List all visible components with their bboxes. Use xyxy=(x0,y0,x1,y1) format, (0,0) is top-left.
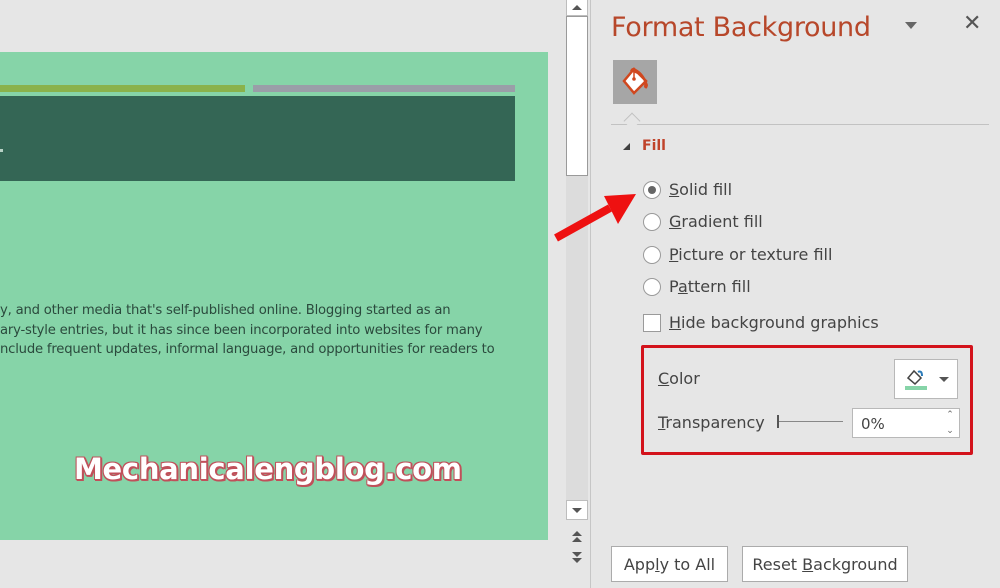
label-text: ackground xyxy=(813,554,898,574)
color-picker-button[interactable] xyxy=(894,359,958,399)
scrollbar-thumb[interactable] xyxy=(566,16,588,176)
color-label: Color xyxy=(658,369,700,388)
hide-background-graphics-checkbox[interactable] xyxy=(643,313,661,332)
double-chevron-down-icon xyxy=(572,557,582,563)
access-key: G xyxy=(669,212,682,231)
apply-to-all-button[interactable]: App l y to All xyxy=(611,546,728,582)
access-key: P xyxy=(669,245,679,264)
scroll-up-button[interactable] xyxy=(566,0,588,16)
previous-slide-button[interactable] xyxy=(566,528,588,544)
access-key: H xyxy=(669,313,682,332)
solid-fill-label: Solid fill xyxy=(669,180,732,199)
picture-texture-fill-radio[interactable] xyxy=(643,245,661,264)
transparency-spinner[interactable]: ⌃ ⌄ xyxy=(943,410,957,436)
paint-bucket-icon xyxy=(905,369,927,390)
double-chevron-down-icon xyxy=(572,551,582,557)
access-key: a xyxy=(677,277,688,296)
next-slide-button[interactable] xyxy=(566,549,588,565)
fill-section-header[interactable]: Fill xyxy=(623,138,666,154)
access-key: B xyxy=(802,554,814,574)
scroll-down-arrow-icon xyxy=(572,507,582,513)
tab-divider xyxy=(611,124,989,125)
gradient-fill-label: Gradient fill xyxy=(669,212,763,231)
hide-background-graphics-option[interactable]: Hide background graphics xyxy=(643,313,879,332)
access-key: C xyxy=(658,369,670,388)
label-text: olid fill xyxy=(679,180,733,199)
scroll-down-button[interactable] xyxy=(566,500,588,520)
label-text: ransparency xyxy=(665,413,765,432)
label-text: ide background graphics xyxy=(681,313,879,332)
body-line: ary-style entries, but it has since been… xyxy=(0,322,483,338)
label-text: radient fill xyxy=(681,212,763,231)
fill-section-label: Fill xyxy=(642,138,666,154)
gradient-fill-radio[interactable] xyxy=(643,212,661,231)
body-line: nclude frequent updates, informal langua… xyxy=(0,342,495,357)
scroll-up-arrow-icon xyxy=(572,5,582,10)
transparency-slider-track[interactable] xyxy=(777,421,843,422)
label-text: y to All xyxy=(659,554,716,574)
fill-tab[interactable] xyxy=(613,60,657,104)
spin-down-icon[interactable]: ⌄ xyxy=(946,426,954,436)
color-dropdown-chevron-icon xyxy=(939,376,949,382)
spin-up-icon[interactable]: ⌃ xyxy=(946,410,954,420)
pattern-fill-label: Pattern fill xyxy=(669,277,751,296)
body-text-placeholder[interactable]: y, and other media that's self-published… xyxy=(0,301,520,360)
hide-background-graphics-label: Hide background graphics xyxy=(669,313,879,332)
format-background-pane: Format Background ✕ Fill Solid fill Grad… xyxy=(591,0,1000,588)
label-text: ttern fill xyxy=(687,277,751,296)
accent-bar-gray xyxy=(253,85,515,92)
label-text: App xyxy=(623,554,656,574)
gradient-fill-option[interactable]: Gradient fill xyxy=(643,212,763,231)
fill-bucket-icon xyxy=(622,67,648,95)
label-text: P xyxy=(669,277,678,296)
pattern-fill-radio[interactable] xyxy=(643,277,661,296)
app-window: y, and other media that's self-published… xyxy=(0,0,1000,588)
label-text: icture or texture fill xyxy=(678,245,833,264)
accent-bar-green xyxy=(0,85,245,92)
pattern-fill-option[interactable]: Pattern fill xyxy=(643,277,751,296)
expand-triangle-icon xyxy=(623,142,630,150)
solid-fill-option[interactable]: Solid fill xyxy=(643,180,732,199)
transparency-slider-thumb[interactable] xyxy=(777,415,779,428)
solid-fill-radio[interactable] xyxy=(643,180,661,199)
double-chevron-up-icon xyxy=(572,536,582,542)
double-chevron-up-icon xyxy=(572,530,582,536)
body-line: y, and other media that's self-published… xyxy=(0,303,451,318)
title-placeholder[interactable] xyxy=(0,96,515,181)
close-pane-button[interactable]: ✕ xyxy=(963,12,981,36)
label-text: olor xyxy=(669,369,700,388)
tab-selected-indicator xyxy=(623,112,641,130)
transparency-label: Transparency xyxy=(658,413,765,432)
pane-title: Format Background xyxy=(611,12,871,43)
task-pane-options-chevron-down-icon[interactable] xyxy=(905,22,917,29)
picture-texture-fill-label: Picture or texture fill xyxy=(669,245,832,264)
reset-background-button[interactable]: Reset Background xyxy=(742,546,908,582)
label-text: Reset xyxy=(752,554,803,574)
watermark-text: Mechanicalengblog.com xyxy=(74,452,462,486)
picture-texture-fill-option[interactable]: Picture or texture fill xyxy=(643,245,832,264)
title-text-fragment xyxy=(0,149,3,152)
slide-canvas[interactable]: y, and other media that's self-published… xyxy=(0,52,548,540)
color-swatch xyxy=(905,386,927,390)
access-key: S xyxy=(669,180,680,199)
vertical-scrollbar[interactable] xyxy=(566,0,588,588)
